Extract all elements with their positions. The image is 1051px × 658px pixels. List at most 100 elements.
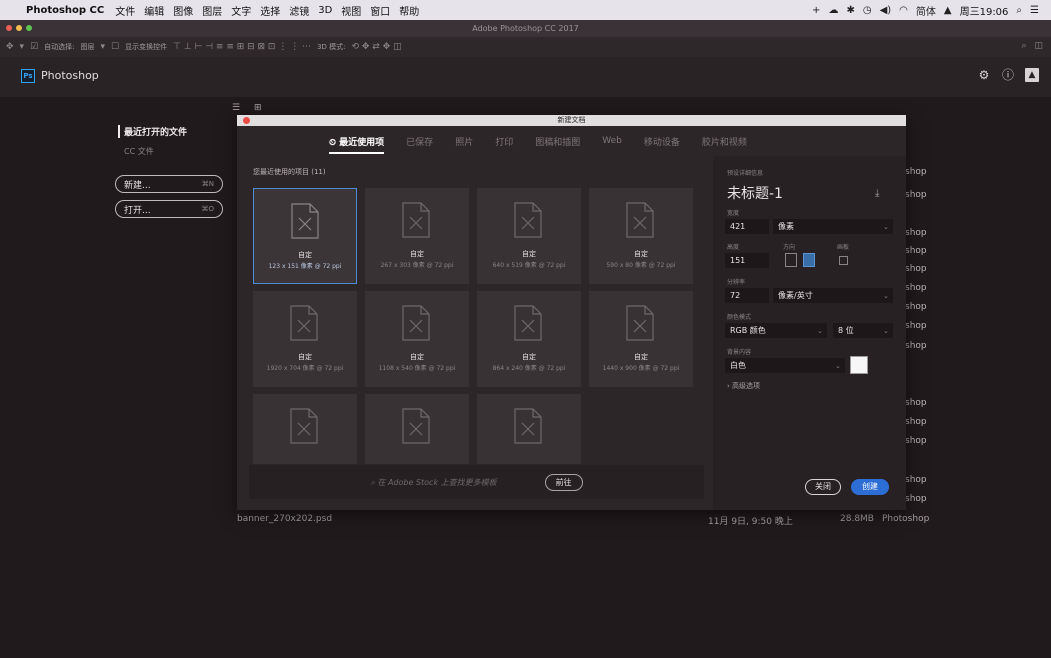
menu-select[interactable]: 选择	[260, 3, 280, 18]
preset-name: 自定	[410, 353, 424, 361]
advanced-options-toggle[interactable]: › 高级选项	[727, 381, 760, 391]
background-select[interactable]: 白色	[725, 358, 845, 373]
stock-search-input[interactable]: ⌕ 在 Adobe Stock 上查找更多模板	[370, 477, 496, 488]
go-button[interactable]: 前往	[544, 473, 583, 491]
chevron-down-icon[interactable]: ▾	[20, 42, 25, 52]
preset-size: 1108 x 540 像素 @ 72 ppi	[378, 365, 456, 372]
3d-icons[interactable]: ⟲ ✥ ⇄ ✥ ◫	[352, 42, 402, 52]
tab-print[interactable]: 打印	[495, 135, 513, 148]
document-icon	[290, 305, 318, 341]
photoshop-logo: Ps	[21, 69, 35, 83]
gear-icon[interactable]: ⚙	[977, 68, 991, 82]
artboard-label: 画板	[837, 244, 850, 251]
preset-tile[interactable]	[477, 394, 581, 464]
preset-tile[interactable]: 自定 1920 x 704 像素 @ 72 ppi	[253, 291, 357, 387]
bg-app-label: shop	[905, 167, 927, 177]
tab-film[interactable]: 胶片和视频	[702, 135, 747, 148]
chevron-down-icon: ⌄	[883, 327, 889, 335]
list-icon[interactable]: ☰	[1030, 5, 1039, 16]
artboard-checkbox[interactable]	[839, 256, 848, 265]
tab-saved[interactable]: 已保存	[406, 135, 433, 148]
menu-clock[interactable]: 周三19:06	[960, 3, 1009, 18]
new-button[interactable]: 新建... ⌘N	[115, 175, 223, 193]
grid-view-icon[interactable]: ⊞	[254, 103, 262, 113]
user-avatar-icon[interactable]: ▲	[1025, 68, 1039, 82]
portrait-orientation-icon[interactable]	[785, 253, 797, 267]
document-icon	[626, 202, 654, 238]
menu-help[interactable]: 帮助	[399, 3, 419, 18]
search-icon[interactable]: ⌕	[1021, 41, 1026, 51]
menu-file[interactable]: 文件	[115, 3, 135, 18]
menu-layer[interactable]: 图层	[202, 3, 222, 18]
color-mode-select[interactable]: RGB 颜色	[725, 323, 827, 338]
tab-web[interactable]: Web	[602, 136, 622, 146]
menu-image[interactable]: 图像	[173, 3, 193, 18]
recent-files-heading[interactable]: 最近打开的文件	[118, 125, 187, 138]
layer-select[interactable]: 图层	[81, 42, 95, 52]
close-button[interactable]: 关闭	[805, 479, 841, 495]
preset-tile[interactable]	[365, 394, 469, 464]
move-tool-icon[interactable]: ✥	[6, 42, 14, 52]
preset-tile[interactable]: 自定 1440 x 900 像素 @ 72 ppi	[589, 291, 693, 387]
menu-filter[interactable]: 滤镜	[289, 3, 309, 18]
preset-tile[interactable]	[253, 394, 357, 464]
open-button[interactable]: 打开... ⌘O	[115, 200, 223, 218]
new-document-dialog: 新建文档 ⏲ 最近使用项 已保存 照片 打印 图稿和插图 Web 移动设备 胶片…	[237, 115, 906, 510]
preset-tile[interactable]: 自定 1108 x 540 像素 @ 72 ppi	[365, 291, 469, 387]
preset-tile[interactable]: 自定 123 x 151 像素 @ 72 ppi	[253, 188, 357, 284]
clock-icon[interactable]: ◷	[863, 5, 872, 16]
header-icons: ⚙ ⓘ ▲	[977, 68, 1039, 82]
resolution-input[interactable]: 72	[725, 288, 769, 303]
cloud-icon[interactable]: ☁	[828, 5, 838, 16]
menu-view[interactable]: 视图	[341, 3, 361, 18]
landscape-orientation-icon[interactable]	[803, 253, 815, 267]
menu-3d[interactable]: 3D	[318, 5, 332, 16]
tab-recent[interactable]: ⏲ 最近使用项	[329, 135, 385, 154]
cc-files-link[interactable]: CC 文件	[124, 146, 154, 157]
recent-file-name[interactable]: banner_270x202.psd	[237, 514, 332, 524]
width-input[interactable]: 421	[725, 219, 769, 234]
close-window-icon[interactable]	[6, 25, 12, 31]
tab-recent-label: 最近使用项	[339, 137, 385, 148]
tab-photo[interactable]: 照片	[455, 135, 473, 148]
height-input[interactable]: 151	[725, 253, 769, 268]
width-unit-select[interactable]: 像素	[773, 219, 893, 234]
menu-type[interactable]: 文字	[231, 3, 251, 18]
help-icon[interactable]: ⓘ	[1001, 68, 1015, 82]
preset-tile[interactable]: 自定 590 x 80 像素 @ 72 ppi	[589, 188, 693, 284]
search-icon[interactable]: ⌕	[1016, 5, 1022, 16]
app-header: Ps Photoshop ⚙ ⓘ ▲	[0, 57, 1051, 97]
preset-size: 864 x 240 像素 @ 72 ppi	[492, 365, 566, 372]
preset-name: 自定	[298, 353, 312, 361]
dialog-close-dot-icon[interactable]	[243, 117, 250, 124]
volume-icon[interactable]: ◀)	[880, 5, 892, 16]
minimize-window-icon[interactable]	[16, 25, 22, 31]
create-button[interactable]: 创建	[851, 479, 889, 495]
align-icons[interactable]: ⊤ ⊥ ⊢ ⊣ ≡ ≡ ⊞ ⊟ ⊠ ⊡ ⋮ ⋮ ⋯	[173, 42, 311, 52]
checkbox-icon[interactable]: ☑	[30, 42, 38, 52]
input-method[interactable]: 简体	[916, 3, 936, 18]
zoom-window-icon[interactable]	[26, 25, 32, 31]
checkbox-icon[interactable]: ☐	[111, 42, 119, 52]
document-name-input[interactable]: 未标题-1	[727, 183, 783, 203]
wifi-icon[interactable]: ◠	[899, 5, 908, 16]
menu-window[interactable]: 窗口	[370, 3, 390, 18]
recent-file-app: Photoshop	[882, 514, 930, 524]
tab-mobile[interactable]: 移动设备	[644, 135, 680, 148]
add-icon[interactable]: +	[812, 5, 820, 16]
tab-art[interactable]: 图稿和插图	[535, 135, 580, 148]
chevron-down-icon[interactable]: ▾	[101, 42, 106, 52]
save-preset-icon[interactable]: ⤓	[875, 188, 879, 199]
preset-tile[interactable]: 自定 864 x 240 像素 @ 72 ppi	[477, 291, 581, 387]
preset-tile[interactable]: 自定 267 x 303 像素 @ 72 ppi	[365, 188, 469, 284]
menu-edit[interactable]: 编辑	[144, 3, 164, 18]
background-color-swatch[interactable]	[850, 356, 868, 374]
menu-app-name[interactable]: Photoshop CC	[26, 5, 104, 16]
eject-icon[interactable]: ▲	[944, 5, 952, 16]
window-controls	[6, 25, 32, 31]
bluetooth-icon[interactable]: ✱	[846, 5, 854, 16]
preset-tile[interactable]: 自定 640 x 519 像素 @ 72 ppi	[477, 188, 581, 284]
list-view-icon[interactable]: ☰	[232, 103, 240, 113]
workspace-icon[interactable]: ◫	[1034, 41, 1043, 51]
resolution-unit-select[interactable]: 像素/英寸	[773, 288, 893, 303]
